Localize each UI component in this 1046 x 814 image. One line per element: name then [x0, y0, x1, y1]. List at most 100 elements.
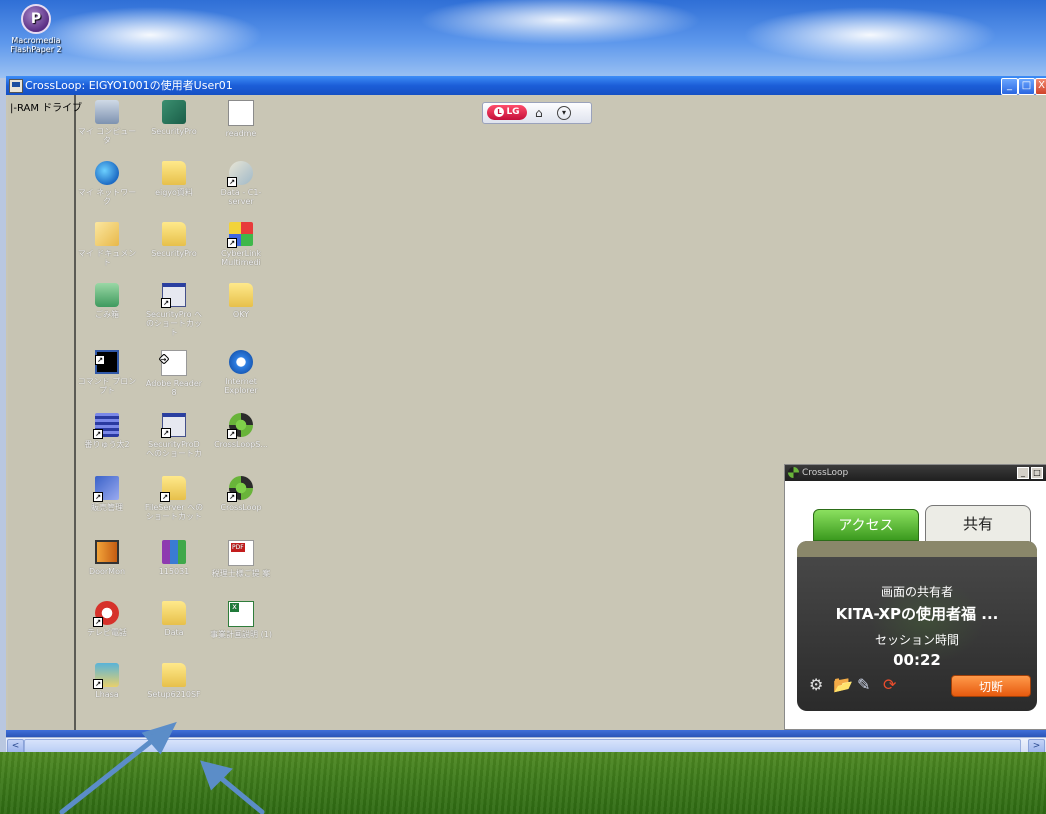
- crossloop-panel: CrossLoop _ □ アクセス 共有 画面の共有者 KITA-XPの使用者…: [784, 464, 1046, 730]
- pdf-file-icon: [228, 540, 254, 566]
- window-title: CrossLoop: EIGYO1001の使用者User01: [25, 79, 233, 92]
- desktop-icon[interactable]: マイ ネットワーク: [76, 161, 138, 206]
- desktop-icon[interactable]: SecurityPro へのショートカット: [143, 283, 205, 337]
- desktop-icon-label: ごみ箱: [95, 310, 119, 319]
- desktop-icon[interactable]: SecurityProD へのショートカ: [143, 413, 205, 458]
- cyberlink-icon: [227, 222, 253, 248]
- desktop-icon[interactable]: Adobe Reader 8: [143, 350, 205, 397]
- panel-minimize-button[interactable]: _: [1017, 467, 1029, 479]
- lg-badge[interactable]: L LG: [487, 105, 527, 120]
- desktop-icon-label: マイ コンピュータ: [77, 127, 137, 145]
- folder-icon[interactable]: 📂: [833, 675, 853, 695]
- tab-share[interactable]: 共有: [925, 505, 1031, 543]
- sales-app-icon: [93, 476, 119, 502]
- lg-dropdown-icon[interactable]: ▾: [557, 106, 571, 120]
- desktop-icon-label: Adobe Reader 8: [145, 379, 203, 397]
- desktop-icon-label: Data: [164, 628, 184, 637]
- desktop-icon[interactable]: ごみ箱: [76, 283, 138, 319]
- desktop-icon[interactable]: eigyo資料: [143, 161, 205, 197]
- window-app-icon: [9, 79, 23, 93]
- desktop-icon-label: readme: [225, 129, 257, 138]
- lg-logo-icon: L: [494, 107, 505, 117]
- desktop-icon-label: SecurityPro へのショートカット: [145, 310, 203, 337]
- desktop-icon[interactable]: 販売管理: [76, 476, 138, 512]
- desktop-icon-label: Internet Explorer: [224, 377, 258, 395]
- command-prompt-icon: [95, 350, 119, 374]
- maximize-button[interactable]: □: [1018, 78, 1035, 95]
- network-folder-icon: [227, 161, 253, 187]
- desktop-icon-label: コマンド プロンプト: [77, 377, 137, 395]
- session-time-value: 00:22: [893, 651, 941, 669]
- desktop-icon[interactable]: CyberLink Multimedi: [210, 222, 272, 267]
- flashpaper-label-line1: Macromedia: [11, 36, 61, 45]
- winrar-icon: [162, 540, 186, 564]
- desktop-icon[interactable]: テレビ電話: [76, 601, 138, 637]
- remote-taskbar[interactable]: [6, 730, 1046, 737]
- window-titlebar[interactable]: CrossLoop: EIGYO1001の使用者User01 _ □ X: [6, 76, 1046, 95]
- desktop-icon-label: DoorMon: [88, 567, 126, 576]
- desktop-icon[interactable]: コマンド プロンプト: [76, 350, 138, 395]
- desktop-icon[interactable]: マイ コンピュータ: [76, 100, 138, 145]
- desktop-icon[interactable]: OKY: [210, 283, 272, 319]
- internet-explorer-icon: [229, 350, 253, 374]
- minimize-button[interactable]: _: [1001, 78, 1018, 95]
- lg-toolbar[interactable]: L LG ⌂ ▾: [482, 102, 592, 124]
- desktop-icon-label: 税理士様ご提 案: [211, 569, 271, 578]
- refresh-icon[interactable]: ⟳: [883, 675, 896, 695]
- flashpaper-desktop-icon[interactable]: P Macromedia FlashPaper 2: [8, 4, 64, 54]
- desktop-icon[interactable]: 番りゅう太2: [76, 413, 138, 449]
- desktop-icon-label: Data - C1-server: [220, 188, 262, 206]
- network-icon: [95, 161, 119, 185]
- phone-icon: [93, 601, 119, 627]
- excel-file-icon: [228, 601, 254, 627]
- desktop-icon[interactable]: Lhasa: [76, 663, 138, 699]
- session-time-label: セッション時間: [874, 633, 959, 647]
- chat-icon[interactable]: ✎: [857, 675, 870, 695]
- horizontal-scrollbar[interactable]: < >: [6, 737, 1046, 752]
- desktop-icon[interactable]: readme: [210, 100, 272, 138]
- desktop-icon[interactable]: DoorMon: [76, 540, 138, 576]
- desktop-icon[interactable]: SecurityPro: [143, 100, 205, 136]
- desktop-icon[interactable]: SecurityPro: [143, 222, 205, 258]
- desktop-icon[interactable]: Setup6210SF: [143, 663, 205, 699]
- documents-folder-icon: [95, 222, 119, 246]
- desktop-icon[interactable]: 税理士様ご提 案: [210, 540, 272, 578]
- desktop-icon[interactable]: Data: [143, 601, 205, 637]
- disconnect-button[interactable]: 切断: [951, 675, 1031, 697]
- folder-icon: [162, 161, 186, 185]
- desktop-icon-label: テレビ電話: [87, 628, 127, 637]
- host-desktop-grass: [0, 752, 1046, 814]
- scroll-right-button[interactable]: >: [1028, 739, 1045, 752]
- tab-access[interactable]: アクセス: [813, 509, 919, 541]
- scroll-thumb[interactable]: [24, 739, 1021, 752]
- desktop-icon[interactable]: CrossLoop: [210, 476, 272, 512]
- settings-gear-icon[interactable]: ⚙: [809, 675, 823, 695]
- close-button[interactable]: X: [1035, 78, 1046, 95]
- desktop-icon[interactable]: FileServer への ショートカット: [143, 476, 205, 521]
- desktop-icon-label: マイ ネットワーク: [77, 188, 137, 206]
- window-shortcut-icon: [161, 413, 186, 438]
- desktop-icon[interactable]: マイ ドキュメント: [76, 222, 138, 267]
- window-shortcut-icon: [161, 283, 186, 308]
- crossloop-icon: [227, 476, 253, 502]
- desktop-icon[interactable]: 事業計画説明 (1): [210, 601, 272, 639]
- folder-icon: [162, 663, 186, 687]
- desktop-icon[interactable]: 115031: [143, 540, 205, 576]
- lg-network-icon[interactable]: ⌂: [535, 106, 543, 120]
- recycle-bin-icon: [95, 283, 119, 307]
- desktop-icon-label: SecurityPro: [151, 127, 197, 136]
- desktop-icon-label: Lhasa: [95, 690, 119, 699]
- doormon-icon: [95, 540, 119, 564]
- ram-drive-label[interactable]: |-RAM ドライブ: [8, 95, 82, 114]
- desktop-icon-label: eigyo資料: [155, 188, 193, 197]
- document-icon: [228, 100, 254, 126]
- desktop-icon[interactable]: Internet Explorer: [210, 350, 272, 395]
- panel-maximize-button[interactable]: □: [1031, 467, 1043, 479]
- crossloop-logo-icon: [788, 467, 799, 478]
- desktop-icon[interactable]: Data - C1-server: [210, 161, 272, 206]
- panel-titlebar[interactable]: CrossLoop _ □: [785, 465, 1046, 481]
- desktop-icon[interactable]: CrossLoopS...: [210, 413, 272, 449]
- scroll-left-button[interactable]: <: [7, 739, 24, 752]
- desktop-icon-label: 115031: [158, 567, 190, 576]
- desktop-icon-label: 販売管理: [91, 503, 123, 512]
